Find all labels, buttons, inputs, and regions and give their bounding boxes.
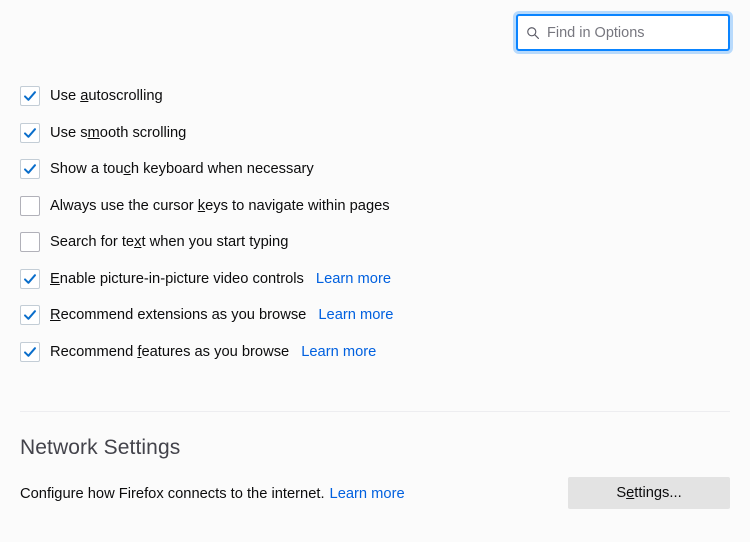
network-description-text: Configure how Firefox connects to the in…	[20, 486, 325, 502]
option-row-use-autoscrolling[interactable]: Use autoscrolling	[20, 78, 730, 115]
checkmark-icon	[24, 127, 36, 138]
learn-more-link-picture-in-picture[interactable]: Learn more	[316, 269, 391, 289]
checkmark-icon	[24, 91, 36, 102]
search-icon	[527, 26, 539, 39]
option-row-picture-in-picture[interactable]: Enable picture-in-picture video controls…	[20, 261, 730, 298]
checkmark-icon	[24, 164, 36, 175]
option-label: Search for text when you start typing	[50, 234, 289, 251]
option-label: Enable picture-in-picture video controls	[50, 270, 304, 287]
checkbox-search-for-text[interactable]	[20, 232, 40, 253]
option-row-show-touch-keyboard[interactable]: Show a touch keyboard when necessary	[20, 151, 730, 188]
checkbox-use-autoscrolling[interactable]	[20, 86, 40, 107]
find-in-options-search[interactable]	[516, 14, 730, 51]
accesskey: m	[87, 124, 100, 141]
network-settings-button[interactable]: Settings...	[568, 477, 730, 509]
network-settings-title: Network Settings	[20, 436, 181, 459]
learn-more-link-recommend-features[interactable]: Learn more	[301, 342, 376, 362]
option-label: Use smooth scrolling	[50, 124, 187, 141]
option-label: Recommend features as you browse	[50, 343, 290, 360]
checkbox-cursor-keys-navigate[interactable]	[20, 195, 40, 216]
option-label: Use autoscrolling	[50, 88, 163, 105]
search-input[interactable]	[547, 22, 720, 43]
option-label: Always use the cursor keys to navigate w…	[50, 197, 390, 214]
network-settings-description: Configure how Firefox connects to the in…	[20, 484, 405, 504]
checkbox-show-touch-keyboard[interactable]	[20, 159, 40, 180]
option-label: Show a touch keyboard when necessary	[50, 161, 314, 178]
checkbox-recommend-features[interactable]	[20, 341, 40, 362]
learn-more-link-network[interactable]: Learn more	[330, 486, 405, 502]
option-row-cursor-keys-navigate[interactable]: Always use the cursor keys to navigate w…	[20, 188, 730, 225]
option-row-search-for-text[interactable]: Search for text when you start typing	[20, 224, 730, 261]
section-divider	[20, 411, 730, 412]
accesskey: k	[197, 197, 206, 214]
option-row-recommend-features[interactable]: Recommend features as you browse Learn m…	[20, 334, 730, 371]
accesskey: E	[50, 270, 60, 287]
option-label: Recommend extensions as you browse	[50, 307, 307, 324]
checkbox-picture-in-picture[interactable]	[20, 268, 40, 289]
checkmark-icon	[24, 346, 36, 357]
checkmark-icon	[24, 310, 36, 321]
learn-more-link-recommend-extensions[interactable]: Learn more	[318, 305, 393, 325]
accesskey: c	[123, 161, 131, 178]
checkbox-use-smooth-scrolling[interactable]	[20, 122, 40, 143]
checkbox-recommend-extensions[interactable]	[20, 305, 40, 326]
checkmark-icon	[24, 273, 36, 284]
option-row-use-smooth-scrolling[interactable]: Use smooth scrolling	[20, 115, 730, 152]
accesskey: R	[50, 307, 61, 324]
option-row-recommend-extensions[interactable]: Recommend extensions as you browse Learn…	[20, 297, 730, 334]
options-checkbox-list: Use autoscrolling Use smooth scrolling S…	[20, 78, 730, 370]
